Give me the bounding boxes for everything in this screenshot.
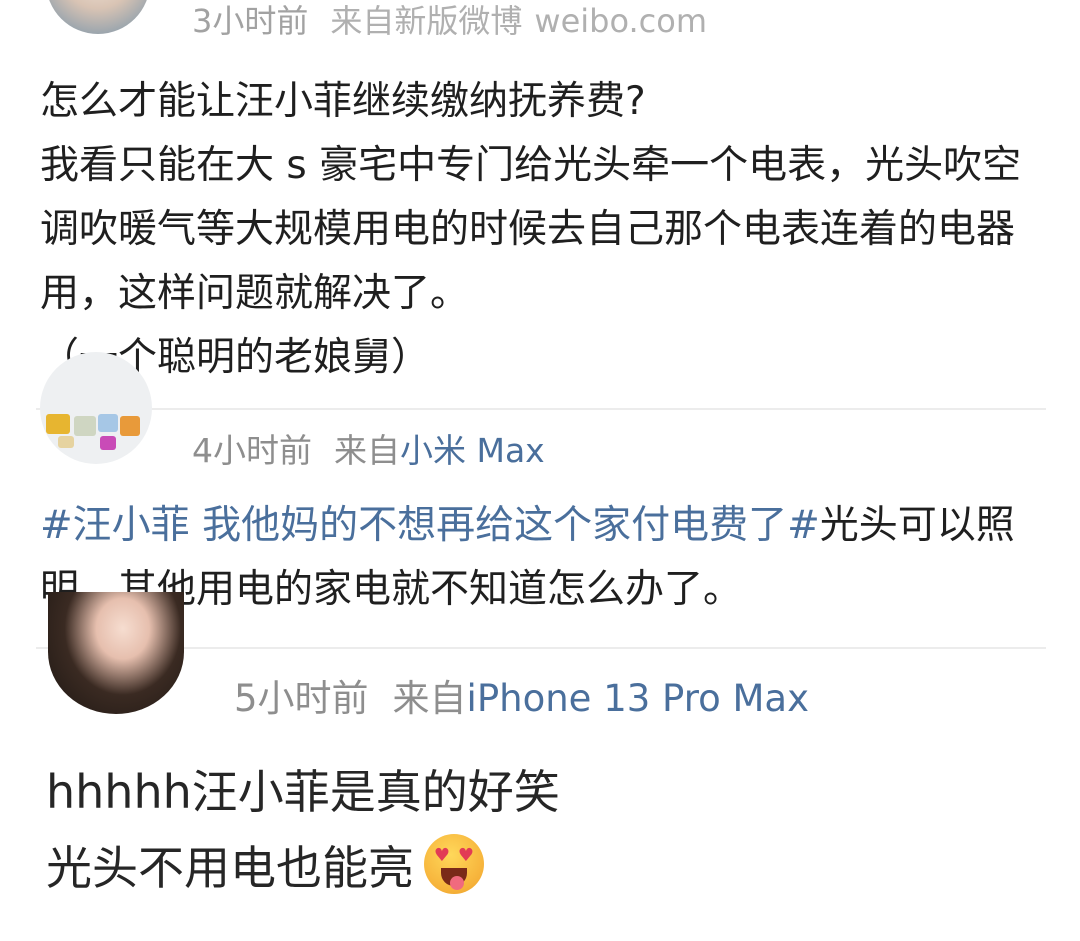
source-link[interactable]: iPhone 13 Pro Max (467, 677, 809, 720)
gem-shape (58, 436, 74, 448)
gem-shape (74, 416, 96, 436)
gem-shape (100, 436, 116, 450)
hashtag-link[interactable]: #汪小菲 我他妈的不想再给这个家付电费了# (40, 503, 820, 548)
gem-shape (98, 414, 118, 432)
avatar[interactable] (48, 592, 184, 714)
source-link[interactable]: weibo.com (534, 2, 707, 40)
source-prefix: 来自新版微博 (330, 2, 523, 40)
comment-meta: 4小时前 来自小米 Max (192, 424, 545, 472)
comment-text: 怎么才能让汪小菲继续缴纳抚养费? 我看只能在大 s 豪宅中专门给光头牵一个电表，… (40, 79, 1022, 380)
comment-line: hhhhh汪小菲是真的好笑 (46, 765, 560, 819)
weibo-comment-feed: 3小时前 来自新版微博 weibo.com 怎么才能让汪小菲继续缴纳抚养费? 我看只… (0, 0, 1080, 941)
comment-item: 3小时前 来自新版微博 weibo.com 怎么才能让汪小菲继续缴纳抚养费? 我看只… (0, 0, 1080, 405)
divider (36, 408, 1046, 410)
comment-line: 光头不用电也能亮 (46, 841, 414, 895)
avatar[interactable] (46, 0, 150, 34)
source-prefix: 来自 (334, 431, 400, 470)
source-prefix: 来自 (392, 677, 467, 720)
gem-shape (46, 414, 70, 434)
divider (36, 647, 1046, 649)
comment-item: 5小时前 来自iPhone 13 Pro Max hhhhh汪小菲是真的好笑 光头… (0, 592, 1080, 941)
gem-shape (120, 416, 140, 436)
avatar[interactable] (40, 352, 152, 464)
comment-text: hhhhh汪小菲是真的好笑 光头不用电也能亮 ♥ ♥ (46, 754, 1046, 906)
source-link[interactable]: 小米 Max (400, 431, 545, 470)
timestamp: 3小时前 (192, 2, 309, 40)
heart-eyes-tongue-emoji: ♥ ♥ (424, 834, 484, 894)
timestamp: 5小时前 (234, 677, 369, 720)
comment-meta: 5小时前 来自iPhone 13 Pro Max (234, 668, 809, 722)
timestamp: 4小时前 (192, 431, 312, 470)
comment-text: #汪小菲 我他妈的不想再给这个家付电费了#光头可以照明，其他用电的家电就不知道怎… (40, 494, 1050, 622)
comment-meta: 3小时前 来自新版微博 weibo.com (192, 0, 707, 42)
